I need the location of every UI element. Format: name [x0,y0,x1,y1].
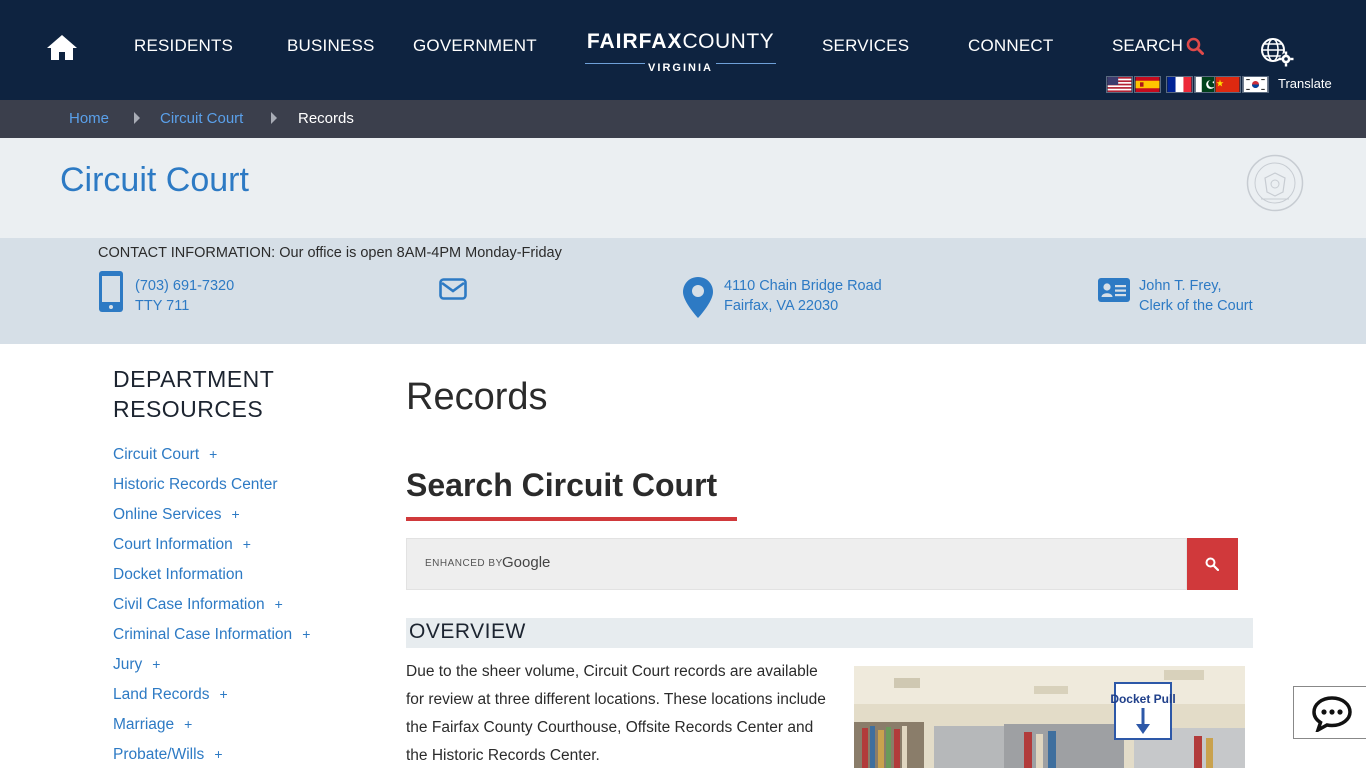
google-logo-text: Google [502,554,551,571]
sidebar-item-label: Circuit Court [113,446,200,463]
nav-connect[interactable]: CONNECT [968,36,1053,56]
contact-information: CONTACT INFORMATION: Our office is open … [0,238,1366,344]
sidebar-item-label: Online Services [113,506,222,523]
id-card-icon [1098,278,1130,302]
flag-spanish-icon[interactable] [1134,76,1161,93]
logo-main-light: COUNTY [682,30,775,53]
sidebar-item-jury[interactable]: Jury + [113,654,310,684]
clerk-name: John T. Frey, [1139,278,1222,294]
address-line-2: Fairfax, VA 22030 [724,298,839,314]
sidebar-item-label: Land Records [113,686,210,703]
clerk-link[interactable]: John T. Frey, Clerk of the Court [1139,276,1253,316]
home-icon[interactable] [46,33,78,61]
overview-heading: OVERVIEW [409,620,526,643]
sidebar-item-label: Docket Information [113,566,244,583]
sidebar-item-docket-information[interactable]: Docket Information [113,564,310,594]
expand-plus-icon[interactable]: + [232,506,240,522]
photo-sign-text: Docket Pull [1110,692,1175,706]
sidebar-item-label: Criminal Case Information [113,626,293,643]
translate-link[interactable]: Translate [1278,76,1332,91]
sidebar-title-line-2: RESOURCES [113,396,264,422]
site-search-input[interactable]: ENHANCED BY Google [406,538,1187,590]
chat-button[interactable] [1293,686,1366,739]
sidebar-title: DEPARTMENT RESOURCES [113,364,274,424]
search-section-title: Search Circuit Court [406,467,718,503]
mobile-phone-icon [99,271,123,312]
sidebar-item-label: Probate/Wills [113,746,205,763]
sidebar-item-court-information[interactable]: Court Information + [113,534,310,564]
overview-heading-bar: OVERVIEW [406,618,1253,648]
flag-french-icon[interactable] [1166,76,1193,93]
address-line-1: 4110 Chain Bridge Road [724,278,882,294]
page-title: Records [406,376,548,418]
breadcrumb-separator-icon [134,112,140,124]
nav-government[interactable]: GOVERNMENT [413,36,537,56]
expand-plus-icon[interactable]: + [214,746,222,762]
sidebar-item-label: Marriage [113,716,175,733]
search-button[interactable] [1187,538,1238,590]
chat-icon [1312,696,1352,732]
clerk-title: Clerk of the Court [1139,298,1253,314]
logo-main-bold: FAIRFAX [586,30,683,53]
expand-plus-icon[interactable]: + [152,656,160,672]
flag-korean-icon[interactable] [1242,76,1269,93]
sidebar-item-historic-records-center[interactable]: Historic Records Center [113,474,310,504]
sidebar-item-label: Historic Records Center [113,476,278,493]
phone-link[interactable]: (703) 691-7320 TTY 711 [135,276,234,316]
tty-number: TTY 711 [135,298,190,314]
fairfax-county-logo[interactable]: FAIRFAXCOUNTY VIRGINIA [583,30,778,74]
breadcrumb-separator-icon [271,112,277,124]
expand-plus-icon[interactable]: + [243,536,251,552]
expand-plus-icon[interactable]: + [220,686,228,702]
nav-search-label: SEARCH [1112,36,1183,55]
search-icon [1205,557,1219,571]
breadcrumb-circuit-court[interactable]: Circuit Court [160,110,243,127]
search-icon [1186,37,1204,55]
flag-chinese-icon[interactable] [1214,76,1241,93]
expand-plus-icon[interactable]: + [209,446,217,462]
search-enhanced-label: ENHANCED BY [425,558,503,569]
expand-plus-icon[interactable]: + [184,716,192,732]
sidebar-item-criminal-case-information[interactable]: Criminal Case Information + [113,624,310,654]
breadcrumb-home[interactable]: Home [69,110,109,127]
county-seal-icon [1246,154,1304,212]
logo-divider-left [585,63,645,64]
search-title-underline [406,517,737,521]
breadcrumb: Home Circuit Court Records [0,100,1366,138]
sidebar-item-marriage[interactable]: Marriage + [113,714,310,744]
nav-search[interactable]: SEARCH [1112,36,1204,56]
breadcrumb-current: Records [298,110,354,127]
sidebar-item-civil-case-information[interactable]: Civil Case Information + [113,594,310,624]
logo-divider-right [716,63,776,64]
department-title[interactable]: Circuit Court [60,161,249,200]
expand-plus-icon[interactable]: + [275,596,283,612]
sidebar-nav: Circuit Court + Historic Records Center O… [113,444,310,774]
sidebar-title-line-1: DEPARTMENT [113,366,275,392]
map-marker-icon [683,277,713,318]
top-navigation: RESIDENTS BUSINESS GOVERNMENT FAIRFAXCOU… [0,0,1366,100]
sidebar-item-label: Jury [113,656,143,673]
sidebar-item-label: Court Information [113,536,233,553]
globe-gear-icon[interactable] [1259,36,1295,68]
nav-business[interactable]: BUSINESS [287,36,375,56]
records-shelves-photo: Docket Pull [854,666,1245,768]
sidebar-item-probate-wills[interactable]: Probate/Wills + [113,744,310,774]
logo-sub: VIRGINIA [648,62,713,74]
address-link[interactable]: 4110 Chain Bridge Road Fairfax, VA 22030 [724,276,882,316]
sidebar-item-label: Civil Case Information [113,596,265,613]
sidebar-item-land-records[interactable]: Land Records + [113,684,310,714]
nav-services[interactable]: SERVICES [822,36,909,56]
nav-residents[interactable]: RESIDENTS [134,36,233,56]
phone-number: (703) 691-7320 [135,278,235,294]
contact-heading: CONTACT INFORMATION: Our office is open … [98,245,562,261]
expand-plus-icon[interactable]: + [302,626,310,642]
sidebar-item-circuit-court[interactable]: Circuit Court + [113,444,310,474]
department-banner: Circuit Court [0,138,1366,238]
sidebar-item-online-services[interactable]: Online Services + [113,504,310,534]
email-icon[interactable] [439,278,467,300]
flag-english-icon[interactable] [1106,76,1133,93]
overview-paragraph: Due to the sheer volume, Circuit Court r… [406,663,826,764]
